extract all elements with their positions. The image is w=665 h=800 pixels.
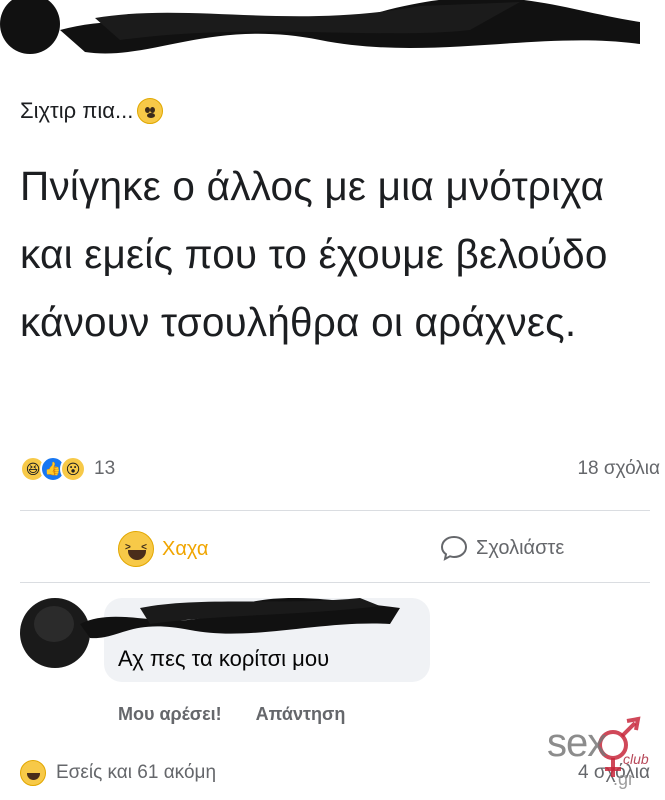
comment-text: Αχ πες τα κορίτσι μου bbox=[118, 646, 330, 671]
haha-reaction-button[interactable]: > < Χαχα bbox=[118, 531, 208, 567]
comment-bubble-icon bbox=[440, 535, 468, 561]
comments-count-link[interactable]: 18 σχόλια bbox=[577, 458, 660, 480]
redacted-commenter-name bbox=[80, 594, 410, 644]
redacted-header bbox=[0, 0, 665, 78]
flushed-face-icon bbox=[137, 98, 164, 124]
reactions-summary[interactable]: 😆 👍 😮 13 18 σχόλια bbox=[20, 452, 660, 486]
comment-label: Σχολιάστε bbox=[476, 536, 565, 559]
divider bbox=[20, 510, 650, 511]
divider bbox=[20, 582, 650, 583]
haha-icon: > < bbox=[118, 531, 154, 567]
post-subtitle-text: Σιχτιρ πια... bbox=[20, 98, 134, 123]
post-actions: > < Χαχα Σχολιάστε bbox=[0, 525, 665, 575]
reactions-by-text[interactable]: Εσείς και 61 ακόμη bbox=[56, 762, 216, 784]
watermark-logo: sex club .gr bbox=[543, 705, 663, 800]
watermark-brand: sex bbox=[547, 721, 607, 765]
comment-like-button[interactable]: Μου αρέσει! bbox=[118, 704, 222, 725]
haha-icon bbox=[20, 760, 46, 786]
post-subtitle: Σιχτιρ πια... bbox=[20, 98, 164, 124]
reaction-count[interactable]: 13 bbox=[94, 458, 115, 480]
watermark-club: club bbox=[623, 751, 649, 767]
watermark-tld: .gr bbox=[613, 769, 635, 789]
comment-actions: Μου αρέσει! Απάντηση bbox=[118, 704, 345, 725]
wow-icon: 😮 bbox=[60, 456, 86, 482]
comment-button[interactable]: Σχολιάστε bbox=[440, 535, 564, 561]
comment-reply-button[interactable]: Απάντηση bbox=[256, 704, 346, 725]
haha-label: Χαχα bbox=[162, 537, 209, 560]
post-body-text: Πνίγηκε ο άλλος με μια μνότριχα και εμεί… bbox=[20, 163, 608, 345]
reaction-icons: 😆 👍 😮 bbox=[20, 456, 86, 482]
